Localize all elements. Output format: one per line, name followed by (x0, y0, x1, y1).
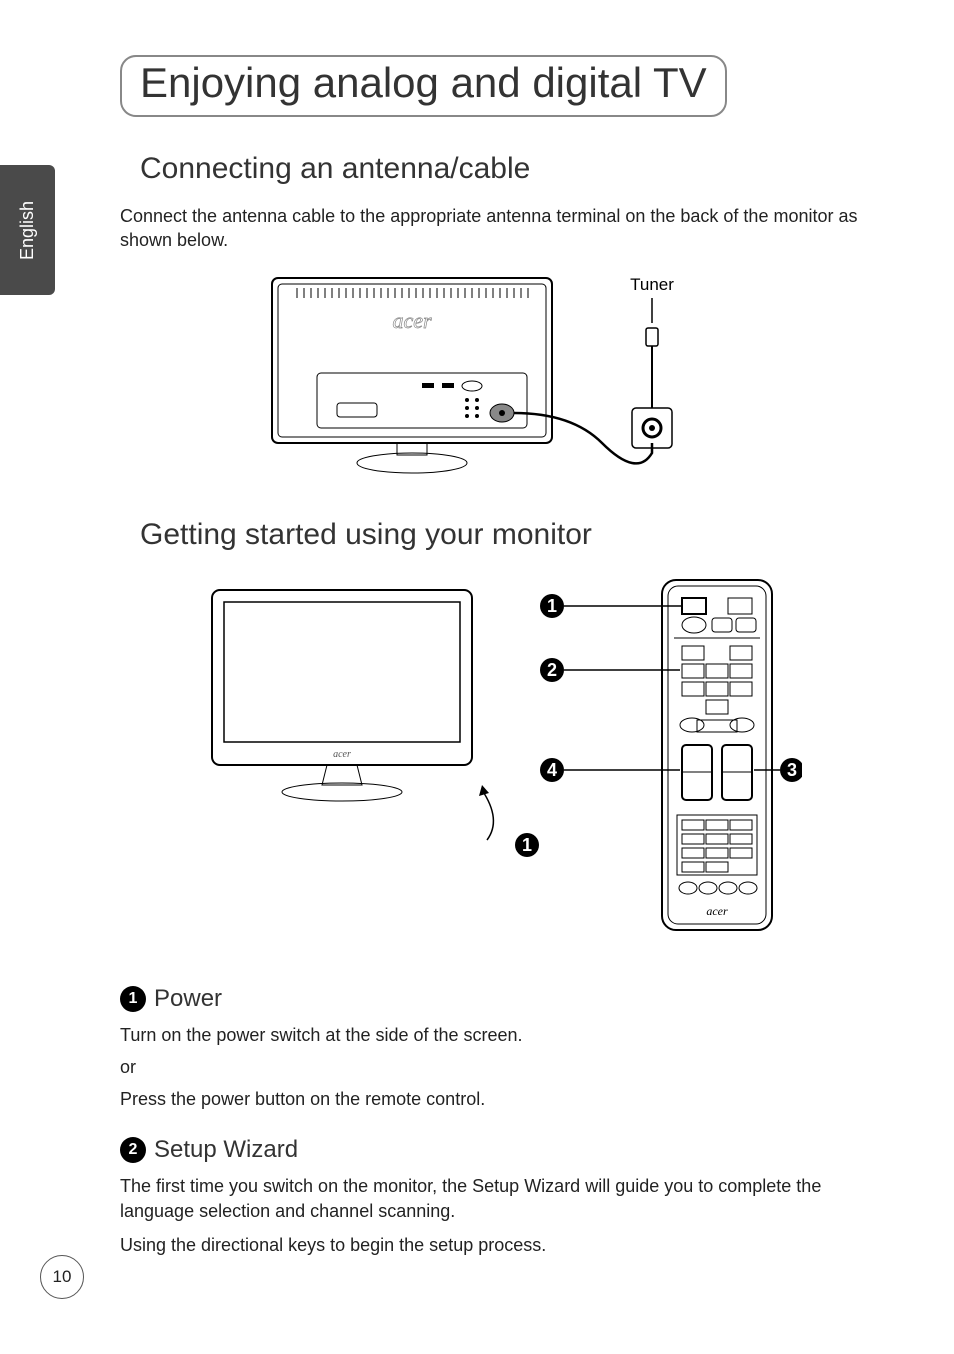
language-tab-label: English (17, 200, 38, 259)
step-2-number: 2 (120, 1137, 146, 1163)
step-1-title: Power (154, 985, 222, 1013)
step-1-line2: or (120, 1055, 864, 1079)
language-tab: English (0, 165, 55, 295)
step-1-number: 1 (120, 986, 146, 1012)
step-2-title: Setup Wizard (154, 1136, 298, 1164)
svg-text:2: 2 (547, 660, 557, 680)
step-1-line1: Turn on the power switch at the side of … (120, 1023, 864, 1047)
svg-text:acer: acer (333, 749, 351, 760)
section-heading-getting-started: Getting started using your monitor (140, 518, 864, 552)
figure-monitor-and-remote: acer 1 (120, 570, 864, 950)
step-1-line3: Press the power button on the remote con… (120, 1087, 864, 1111)
step-1-header: 1 Power (120, 985, 864, 1013)
svg-text:4: 4 (547, 760, 557, 780)
svg-text:acer: acer (706, 904, 728, 918)
svg-text:1: 1 (547, 596, 557, 616)
svg-text:1: 1 (522, 835, 532, 855)
step-2-header: 2 Setup Wizard (120, 1136, 864, 1164)
step-2-para1: The first time you switch on the monitor… (120, 1174, 864, 1223)
manual-page: English Enjoying analog and digital TV C… (0, 0, 954, 1354)
step-2-para2: Using the directional keys to begin the … (120, 1233, 864, 1257)
svg-text:3: 3 (787, 760, 797, 780)
figure-antenna-connection: acer Tuner (120, 268, 864, 483)
brand-logo: acer (392, 308, 432, 333)
page-title: Enjoying analog and digital TV (120, 55, 727, 117)
section-heading-antenna: Connecting an antenna/cable (140, 152, 864, 186)
antenna-body-text: Connect the antenna cable to the appropr… (120, 204, 864, 253)
tuner-label: Tuner (630, 275, 674, 294)
page-number: 10 (40, 1255, 84, 1299)
